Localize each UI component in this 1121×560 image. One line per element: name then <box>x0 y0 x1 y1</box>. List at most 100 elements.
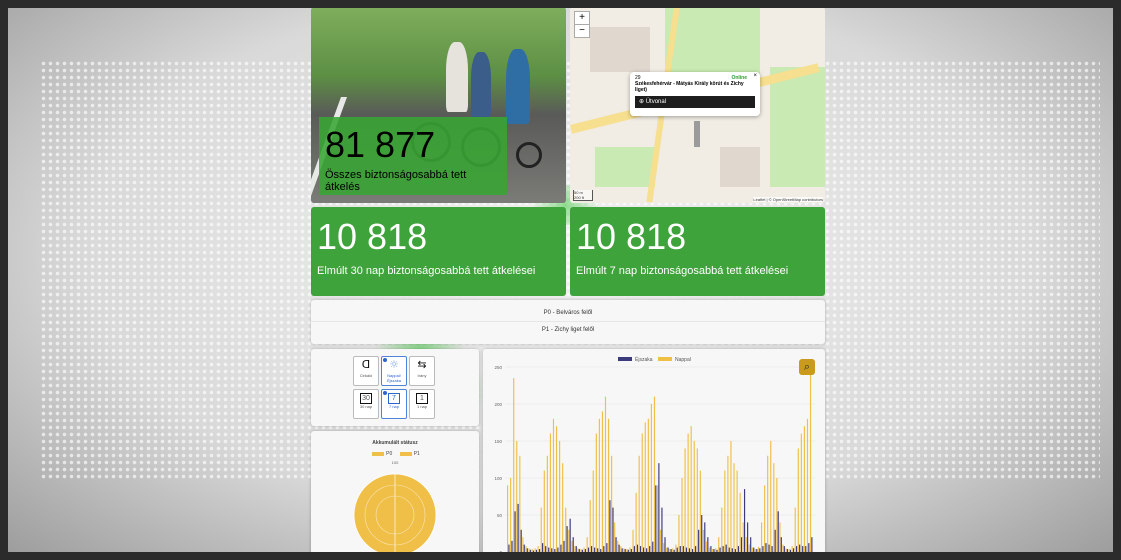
bar-night[interactable] <box>740 537 743 552</box>
bar-day[interactable] <box>708 547 711 552</box>
bar-day[interactable] <box>721 507 723 552</box>
bar-night[interactable] <box>716 549 718 552</box>
bar-night[interactable] <box>802 546 804 552</box>
bar-day[interactable] <box>684 448 686 552</box>
bar-day[interactable] <box>534 548 536 552</box>
bar-night[interactable] <box>695 546 697 552</box>
bar-night[interactable] <box>811 537 813 552</box>
bar-day[interactable] <box>782 544 784 552</box>
bar-night[interactable] <box>737 546 740 552</box>
bar-night[interactable] <box>682 546 684 552</box>
bar-night[interactable] <box>581 549 583 552</box>
bar-night[interactable] <box>756 549 758 552</box>
bar-day[interactable] <box>617 540 619 552</box>
bar-day[interactable] <box>764 485 766 552</box>
direction-item[interactable]: P0 - Belváros felől <box>311 305 825 321</box>
bar-night[interactable] <box>658 463 660 552</box>
bar-night[interactable] <box>627 549 629 552</box>
legend-label[interactable]: Éjszaka <box>635 356 653 363</box>
bar-day[interactable] <box>754 549 757 552</box>
bar-day[interactable] <box>681 478 683 552</box>
legend-label[interactable]: Nappal <box>675 357 691 363</box>
bar-day[interactable] <box>730 441 732 552</box>
bar-day[interactable] <box>559 441 561 552</box>
bar-night[interactable] <box>639 546 642 552</box>
bar-night[interactable] <box>594 547 596 552</box>
bar-day[interactable] <box>656 485 659 552</box>
bar-day[interactable] <box>693 441 695 552</box>
bar-day[interactable] <box>647 418 649 552</box>
bar-night[interactable] <box>600 549 602 552</box>
route-button[interactable]: ⊕ Útvonal <box>635 96 755 108</box>
bar-day[interactable] <box>696 448 698 552</box>
bar-night[interactable] <box>805 546 807 552</box>
bar-day[interactable] <box>641 433 643 552</box>
bar-night[interactable] <box>643 547 645 552</box>
bar-day[interactable] <box>522 537 524 552</box>
bar-night[interactable] <box>664 537 666 552</box>
bar-day[interactable] <box>583 547 585 552</box>
bar-day[interactable] <box>712 549 714 552</box>
bar-night[interactable] <box>526 548 528 552</box>
bar-night[interactable] <box>548 547 550 552</box>
bar-day[interactable] <box>580 549 582 552</box>
bar-night[interactable] <box>520 529 522 552</box>
bar-night[interactable] <box>542 543 544 552</box>
bar-day[interactable] <box>531 549 533 552</box>
day-night-button[interactable]: ☼ Nappal/ Éjszaka <box>381 356 407 386</box>
bar-day[interactable] <box>650 404 652 552</box>
bar-night[interactable] <box>587 547 590 552</box>
bar-night[interactable] <box>514 511 516 552</box>
bar-day[interactable] <box>687 433 689 552</box>
bar-day[interactable] <box>598 418 600 552</box>
bar-night[interactable] <box>578 549 580 552</box>
bar-night[interactable] <box>667 547 669 552</box>
bar-day[interactable] <box>589 500 591 552</box>
zoom-out-button[interactable]: − <box>575 24 589 37</box>
bar-day[interactable] <box>757 546 760 552</box>
bar-day[interactable] <box>519 455 521 552</box>
bar-day[interactable] <box>516 441 518 552</box>
bar-night[interactable] <box>765 543 767 552</box>
bar-night[interactable] <box>652 541 654 552</box>
bar-night[interactable] <box>710 546 712 552</box>
bar-day[interactable] <box>635 492 637 552</box>
bar-day[interactable] <box>797 448 799 552</box>
bar-day[interactable] <box>666 547 668 552</box>
bar-day[interactable] <box>540 507 542 552</box>
bar-night[interactable] <box>529 549 531 552</box>
bar-night[interactable] <box>532 550 535 552</box>
bar-day[interactable] <box>607 418 610 552</box>
direction-item[interactable]: P1 - Zichy liget felől <box>311 321 825 338</box>
bar-day[interactable] <box>724 470 726 552</box>
bar-night[interactable] <box>762 546 764 552</box>
bar-night[interactable] <box>750 537 752 552</box>
7-days-button[interactable]: 7 7 nap <box>381 389 407 419</box>
bar-day[interactable] <box>705 541 708 552</box>
bar-day[interactable] <box>742 522 744 552</box>
bar-night[interactable] <box>691 549 694 552</box>
bar-day[interactable] <box>525 546 527 552</box>
bar-night[interactable] <box>707 537 709 552</box>
bar-night[interactable] <box>603 546 605 552</box>
1-day-button[interactable]: 1 1 nap <box>409 389 435 419</box>
bar-night[interactable] <box>535 549 538 552</box>
bar-night[interactable] <box>796 546 798 552</box>
bar-day[interactable] <box>751 547 753 552</box>
bar-day[interactable] <box>776 478 778 552</box>
bar-day[interactable] <box>690 426 692 552</box>
bar-night[interactable] <box>624 549 626 552</box>
bar-night[interactable] <box>719 547 721 552</box>
bar-day[interactable] <box>507 485 509 552</box>
bar-day[interactable] <box>577 548 579 552</box>
bar-day[interactable] <box>568 529 570 552</box>
bar-day[interactable] <box>733 463 735 552</box>
bar-day[interactable] <box>644 422 646 553</box>
bar-night[interactable] <box>646 548 648 552</box>
zoom-icon[interactable]: ⌕ <box>799 359 815 375</box>
bar-day[interactable] <box>543 470 545 552</box>
bar-night[interactable] <box>649 546 651 552</box>
bar-night[interactable] <box>676 547 678 552</box>
bar-day[interactable] <box>779 522 781 552</box>
bar-night[interactable] <box>584 549 587 552</box>
